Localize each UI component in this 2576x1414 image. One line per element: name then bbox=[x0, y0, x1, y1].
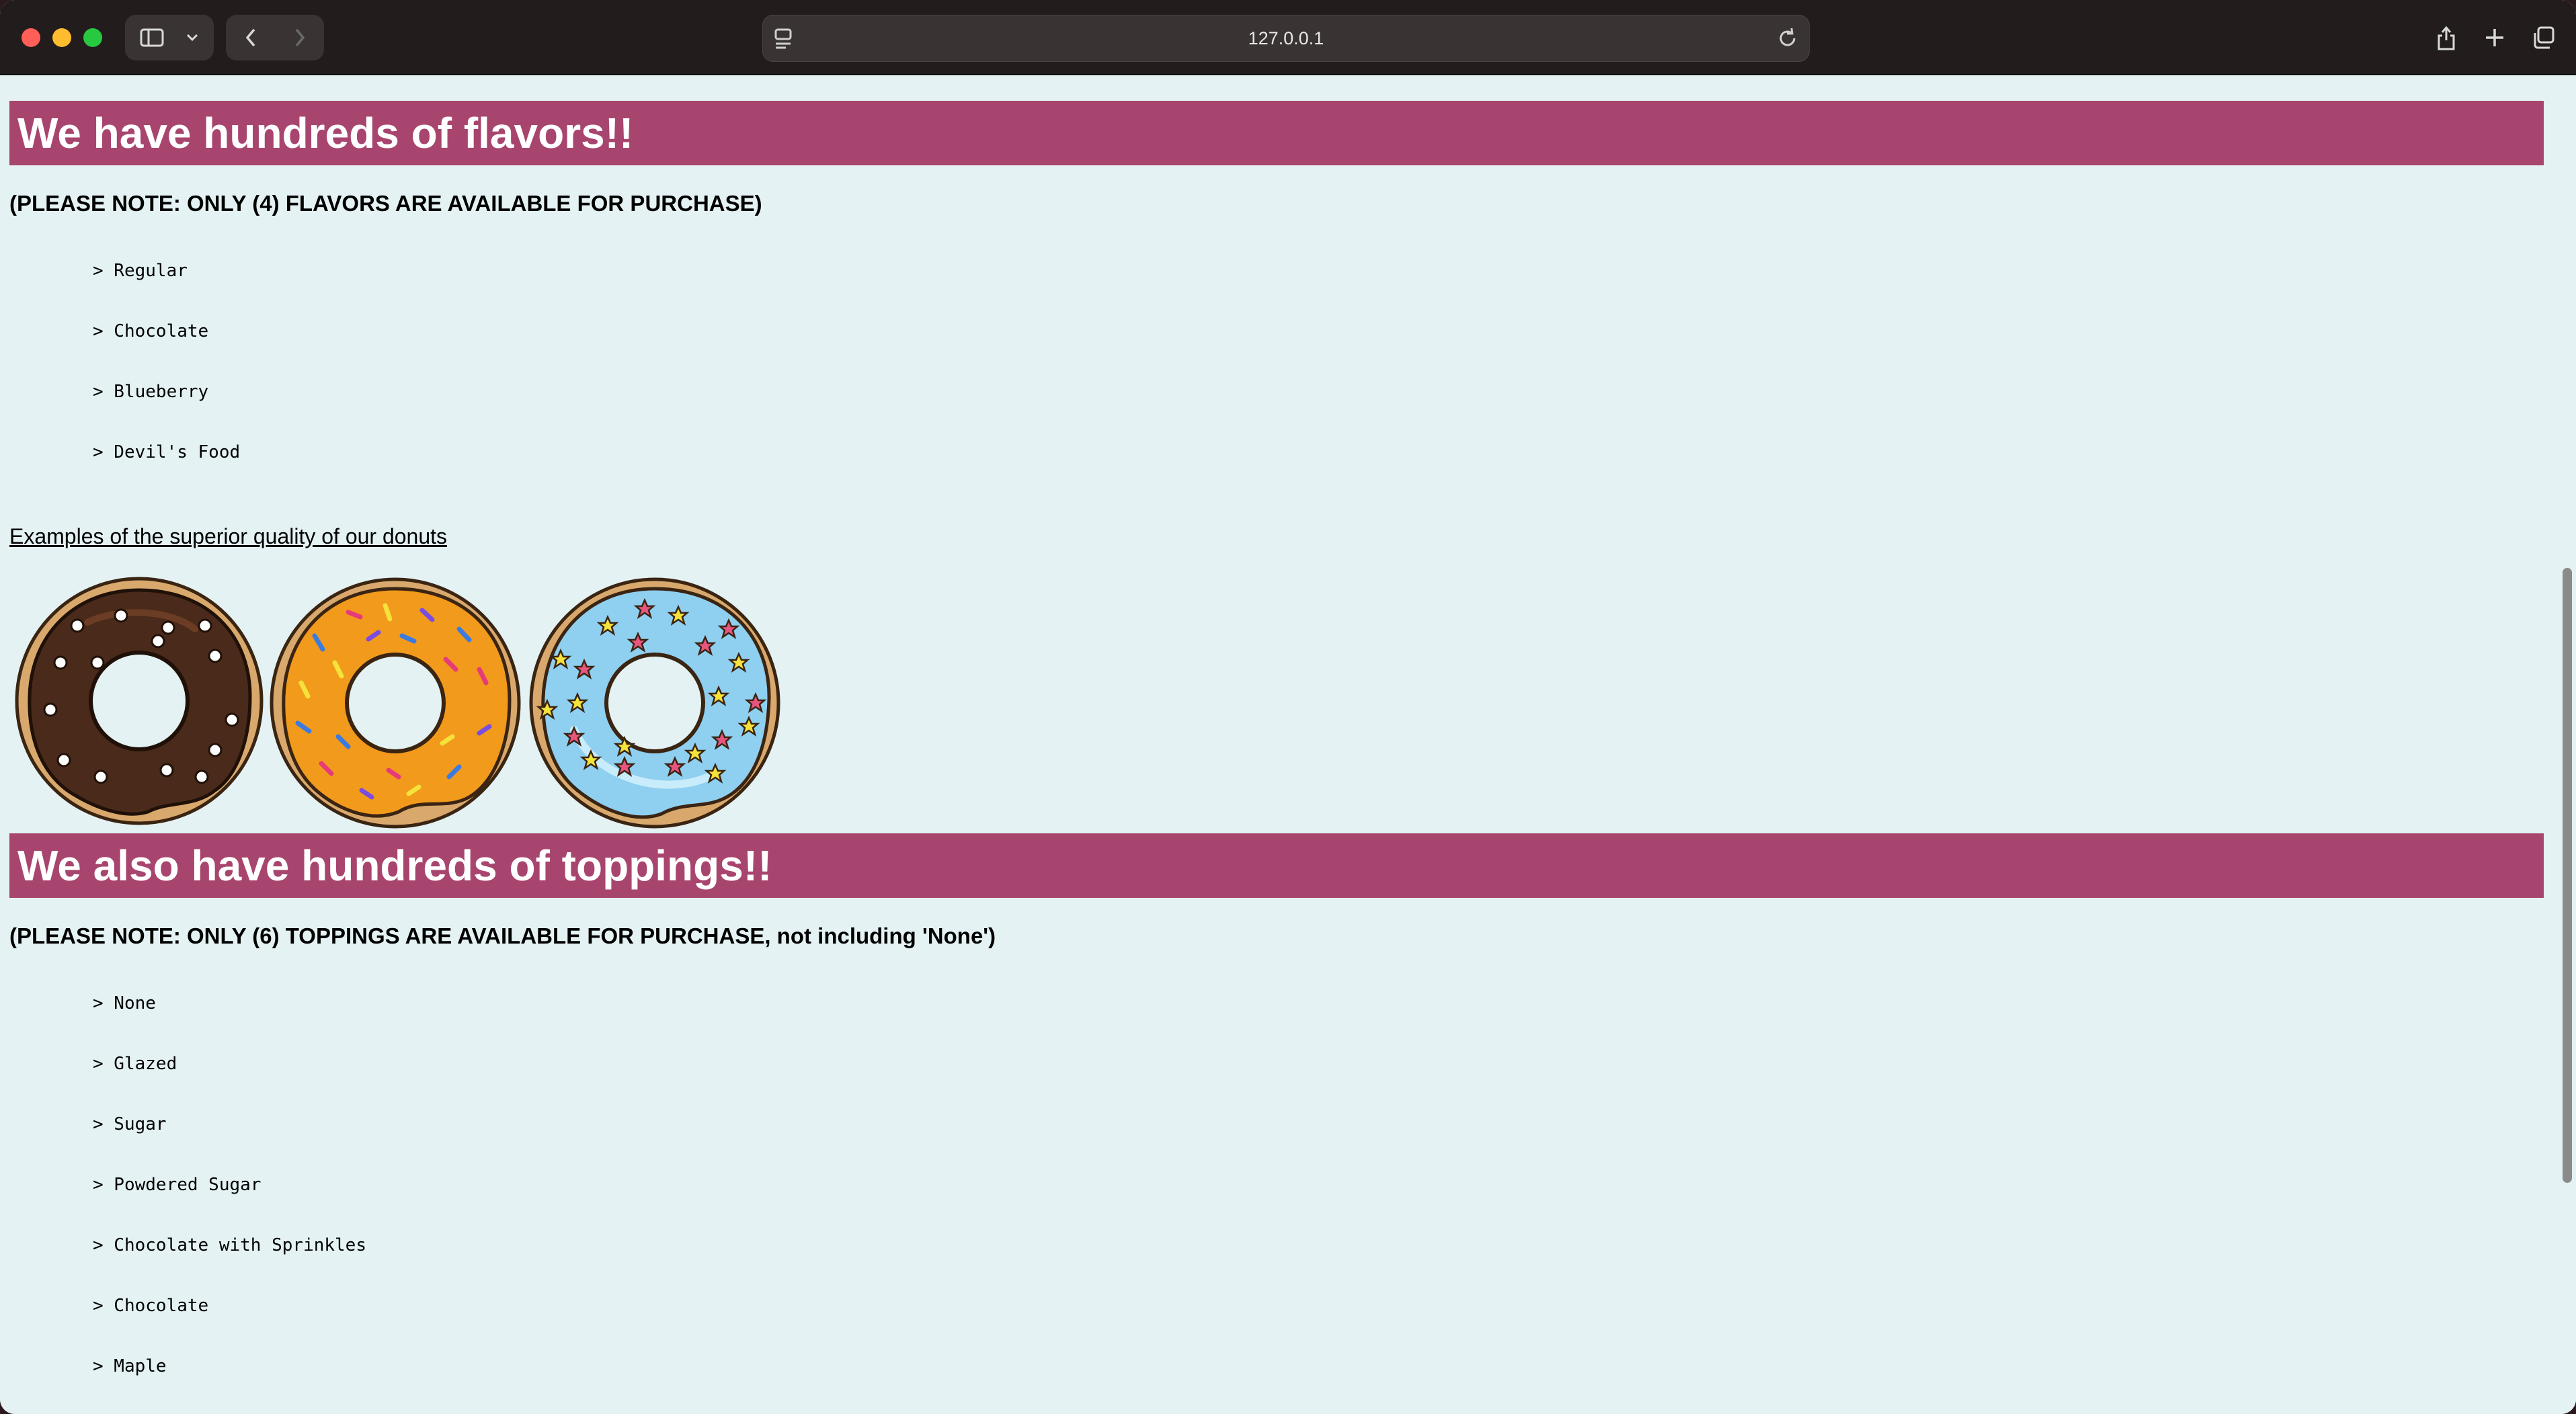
flavor-item-chocolate: > Chocolate bbox=[93, 321, 209, 341]
topping-item-chocolate-with-sprinkles: > Chocolate with Sprinkles bbox=[93, 1235, 366, 1255]
toolbar-actions bbox=[2429, 15, 2560, 60]
topping-item-powdered-sugar: > Powdered Sugar bbox=[93, 1175, 261, 1195]
flavors-heading: We have hundreds of flavors!! bbox=[9, 101, 2544, 165]
forward-icon[interactable] bbox=[275, 15, 324, 60]
scrollbar-thumb[interactable] bbox=[2563, 568, 2572, 1183]
chevron-down-icon[interactable] bbox=[179, 15, 206, 60]
chocolate-sprinkle-donut-image bbox=[15, 577, 264, 825]
share-icon[interactable] bbox=[2429, 15, 2463, 60]
toppings-heading: We also have hundreds of toppings!! bbox=[9, 833, 2544, 898]
topping-item-chocolate: > Chocolate bbox=[93, 1296, 209, 1316]
browser-window: 127.0.0.1 We have hundreds of flavors!! … bbox=[0, 0, 2576, 1414]
zoom-window-button[interactable] bbox=[83, 28, 102, 47]
new-tab-icon[interactable] bbox=[2478, 15, 2511, 60]
orange-rainbow-sprinkle-donut-image bbox=[270, 577, 521, 829]
flavor-item-regular: > Regular bbox=[93, 261, 188, 281]
page-content: We have hundreds of flavors!! (PLEASE NO… bbox=[0, 75, 2576, 1414]
navigation-group bbox=[226, 15, 324, 60]
topping-item-maple: > Maple bbox=[93, 1356, 167, 1376]
reload-icon[interactable] bbox=[1777, 27, 1798, 53]
flavors-note: (PLEASE NOTE: ONLY (4) FLAVORS ARE AVAIL… bbox=[9, 191, 762, 216]
browser-toolbar: 127.0.0.1 bbox=[0, 0, 2576, 75]
sidebar-toggle-group bbox=[125, 15, 214, 60]
examples-link[interactable]: Examples of the superior quality of our … bbox=[9, 524, 447, 549]
topping-item-none: > None bbox=[93, 993, 156, 1013]
minimize-window-button[interactable] bbox=[52, 28, 71, 47]
address-bar[interactable]: 127.0.0.1 bbox=[762, 15, 1810, 62]
flavor-item-devils-food: > Devil's Food bbox=[93, 442, 241, 462]
flavor-item-blueberry: > Blueberry bbox=[93, 382, 209, 402]
topping-item-glazed: > Glazed bbox=[93, 1054, 177, 1074]
sidebar-icon[interactable] bbox=[125, 15, 179, 60]
topping-item-sugar: > Sugar bbox=[93, 1114, 167, 1134]
address-url: 127.0.0.1 bbox=[1248, 28, 1324, 48]
toppings-note: (PLEASE NOTE: ONLY (6) TOPPINGS ARE AVAI… bbox=[9, 923, 996, 948]
blue-star-sprinkle-donut-image bbox=[529, 577, 780, 829]
close-window-button[interactable] bbox=[22, 28, 40, 47]
tab-overview-icon[interactable] bbox=[2526, 15, 2560, 60]
back-icon[interactable] bbox=[226, 15, 275, 60]
